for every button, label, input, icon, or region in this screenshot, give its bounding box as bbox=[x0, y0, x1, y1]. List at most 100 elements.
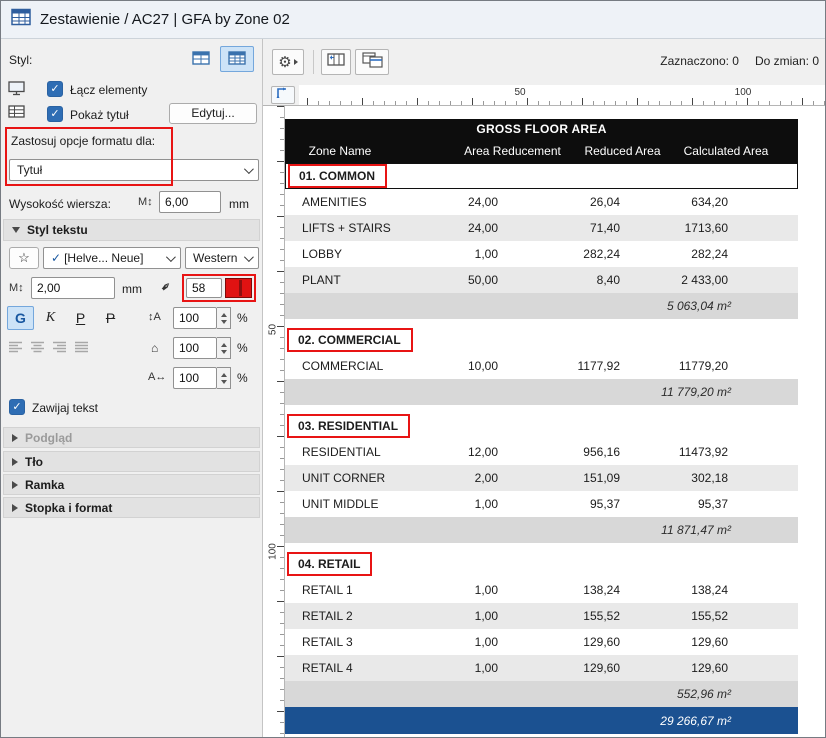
section-header-row[interactable]: 03. RESIDENTIAL bbox=[285, 413, 798, 439]
zone-name-cell[interactable]: UNIT CORNER bbox=[285, 471, 450, 485]
table-row[interactable]: UNIT CORNER2,00151,09302,18 bbox=[285, 465, 798, 491]
area-reducement-cell[interactable]: 12,00 bbox=[450, 445, 575, 459]
line-spacing-input[interactable] bbox=[173, 307, 217, 329]
summary-row[interactable]: 5 063,04 m² bbox=[285, 293, 798, 319]
calculated-area-cell[interactable]: 11473,92 bbox=[670, 445, 798, 459]
area-reducement-cell[interactable]: 1,00 bbox=[450, 497, 575, 511]
char-width-stepper[interactable] bbox=[217, 337, 231, 359]
calculated-area-cell[interactable]: 155,52 bbox=[670, 609, 798, 623]
summary-row[interactable]: 11 871,47 m² bbox=[285, 517, 798, 543]
table-row[interactable]: AMENITIES24,0026,04634,20 bbox=[285, 189, 798, 215]
table-row[interactable]: PLANT50,008,402 433,00 bbox=[285, 267, 798, 293]
show-title-checkbox[interactable]: ✓ bbox=[47, 106, 63, 122]
merge-elements-checkbox[interactable]: ✓ bbox=[47, 81, 63, 97]
section-header-row[interactable]: 02. COMMERCIAL bbox=[285, 327, 798, 353]
calculated-area-cell[interactable]: 634,20 bbox=[670, 195, 798, 209]
section-frame[interactable]: Ramka bbox=[3, 474, 260, 495]
align-justify-icon[interactable] bbox=[73, 339, 91, 355]
ruler-origin-button[interactable] bbox=[271, 86, 295, 104]
edit-button[interactable]: Edytuj... bbox=[169, 103, 257, 124]
align-center-icon[interactable] bbox=[29, 339, 47, 355]
restructure-table-button[interactable] bbox=[321, 49, 351, 75]
summary-row[interactable]: 552,96 m² bbox=[285, 681, 798, 707]
calculated-area-cell[interactable]: 11779,20 bbox=[670, 359, 798, 373]
calculated-area-cell[interactable]: 129,60 bbox=[670, 661, 798, 675]
reduced-area-cell[interactable]: 26,04 bbox=[575, 195, 670, 209]
reduced-area-cell[interactable]: 1177,92 bbox=[575, 359, 670, 373]
reduced-area-cell[interactable]: 129,60 bbox=[575, 661, 670, 675]
char-spacing-stepper[interactable] bbox=[217, 367, 231, 389]
table-row[interactable]: RETAIL 11,00138,24138,24 bbox=[285, 577, 798, 603]
area-reducement-cell[interactable]: 50,00 bbox=[450, 273, 575, 287]
text-style-section-header[interactable]: Styl tekstu bbox=[3, 219, 260, 241]
underline-button[interactable]: P bbox=[67, 306, 94, 330]
settings-menu-button[interactable]: ⚙ bbox=[272, 49, 304, 75]
area-reducement-cell[interactable]: 24,00 bbox=[450, 195, 575, 209]
area-reducement-cell[interactable]: 1,00 bbox=[450, 635, 575, 649]
zone-name-cell[interactable]: RETAIL 4 bbox=[285, 661, 450, 675]
style-view-table-button[interactable] bbox=[220, 46, 254, 72]
table-row[interactable]: LIFTS + STAIRS24,0071,401713,60 bbox=[285, 215, 798, 241]
reduced-area-cell[interactable]: 138,24 bbox=[575, 583, 670, 597]
calculated-area-cell[interactable]: 2 433,00 bbox=[670, 273, 798, 287]
column-header-area-reducement[interactable]: Area Reducement bbox=[450, 144, 575, 158]
favorites-button[interactable]: ☆ bbox=[9, 247, 39, 269]
align-right-icon[interactable] bbox=[51, 339, 69, 355]
section-footer-format[interactable]: Stopka i format bbox=[3, 497, 260, 518]
reduced-area-cell[interactable]: 95,37 bbox=[575, 497, 670, 511]
section-background[interactable]: Tło bbox=[3, 451, 260, 472]
char-spacing-input[interactable] bbox=[173, 367, 217, 389]
area-reducement-cell[interactable]: 1,00 bbox=[450, 609, 575, 623]
pen-color-swatch[interactable] bbox=[225, 278, 252, 298]
font-dropdown[interactable]: ✓ [Helve... Neue] bbox=[43, 247, 181, 269]
summary-row[interactable]: 11 779,20 m² bbox=[285, 379, 798, 405]
section-header-row[interactable]: 01. COMMON bbox=[285, 163, 798, 189]
vertical-ruler[interactable]: 50 100 bbox=[263, 106, 285, 737]
column-header-calculated-area[interactable]: Calculated Area bbox=[670, 144, 798, 158]
area-reducement-cell[interactable]: 1,00 bbox=[450, 583, 575, 597]
header-options-button[interactable] bbox=[355, 49, 389, 75]
format-scope-dropdown[interactable]: Tytuł bbox=[9, 159, 259, 181]
calculated-area-cell[interactable]: 302,18 bbox=[670, 471, 798, 485]
line-spacing-stepper[interactable] bbox=[217, 307, 231, 329]
row-height-input[interactable] bbox=[159, 191, 221, 213]
table-row[interactable]: UNIT MIDDLE1,0095,3795,37 bbox=[285, 491, 798, 517]
text-size-input[interactable] bbox=[31, 277, 115, 299]
script-dropdown[interactable]: Western bbox=[185, 247, 259, 269]
table-row[interactable]: LOBBY1,00282,24282,24 bbox=[285, 241, 798, 267]
reduced-area-cell[interactable]: 155,52 bbox=[575, 609, 670, 623]
area-reducement-cell[interactable]: 10,00 bbox=[450, 359, 575, 373]
calculated-area-cell[interactable]: 95,37 bbox=[670, 497, 798, 511]
reduced-area-cell[interactable]: 8,40 bbox=[575, 273, 670, 287]
total-row[interactable]: 29 266,67 m² bbox=[285, 707, 798, 734]
area-reducement-cell[interactable]: 1,00 bbox=[450, 247, 575, 261]
reduced-area-cell[interactable]: 956,16 bbox=[575, 445, 670, 459]
zone-name-cell[interactable]: RESIDENTIAL bbox=[285, 445, 450, 459]
stepper-up-icon[interactable] bbox=[221, 343, 227, 347]
table-row[interactable]: RETAIL 21,00155,52155,52 bbox=[285, 603, 798, 629]
horizontal-ruler[interactable]: 50 100 bbox=[299, 85, 825, 105]
zone-name-cell[interactable]: RETAIL 3 bbox=[285, 635, 450, 649]
reduced-area-cell[interactable]: 282,24 bbox=[575, 247, 670, 261]
section-header-row[interactable]: 04. RETAIL bbox=[285, 551, 798, 577]
table-row[interactable]: RETAIL 41,00129,60129,60 bbox=[285, 655, 798, 681]
bold-button[interactable]: G bbox=[7, 306, 34, 330]
reduced-area-cell[interactable]: 129,60 bbox=[575, 635, 670, 649]
pen-number-input[interactable] bbox=[186, 278, 222, 298]
zone-name-cell[interactable]: RETAIL 1 bbox=[285, 583, 450, 597]
align-left-icon[interactable] bbox=[7, 339, 25, 355]
area-reducement-cell[interactable]: 24,00 bbox=[450, 221, 575, 235]
column-header-reduced-area[interactable]: Reduced Area bbox=[575, 144, 670, 158]
calculated-area-cell[interactable]: 138,24 bbox=[670, 583, 798, 597]
stepper-down-icon[interactable] bbox=[221, 350, 227, 354]
schedule-canvas[interactable]: 50 100 GROSS FLOOR AREA Zone Name Area R… bbox=[263, 106, 825, 737]
stepper-up-icon[interactable] bbox=[221, 373, 227, 377]
stepper-down-icon[interactable] bbox=[221, 320, 227, 324]
table-title[interactable]: GROSS FLOOR AREA bbox=[285, 119, 798, 139]
strikethrough-button[interactable]: P bbox=[97, 306, 124, 330]
zone-name-cell[interactable]: AMENITIES bbox=[285, 195, 450, 209]
area-reducement-cell[interactable]: 1,00 bbox=[450, 661, 575, 675]
italic-button[interactable]: K bbox=[37, 306, 64, 330]
zone-name-cell[interactable]: RETAIL 2 bbox=[285, 609, 450, 623]
reduced-area-cell[interactable]: 71,40 bbox=[575, 221, 670, 235]
